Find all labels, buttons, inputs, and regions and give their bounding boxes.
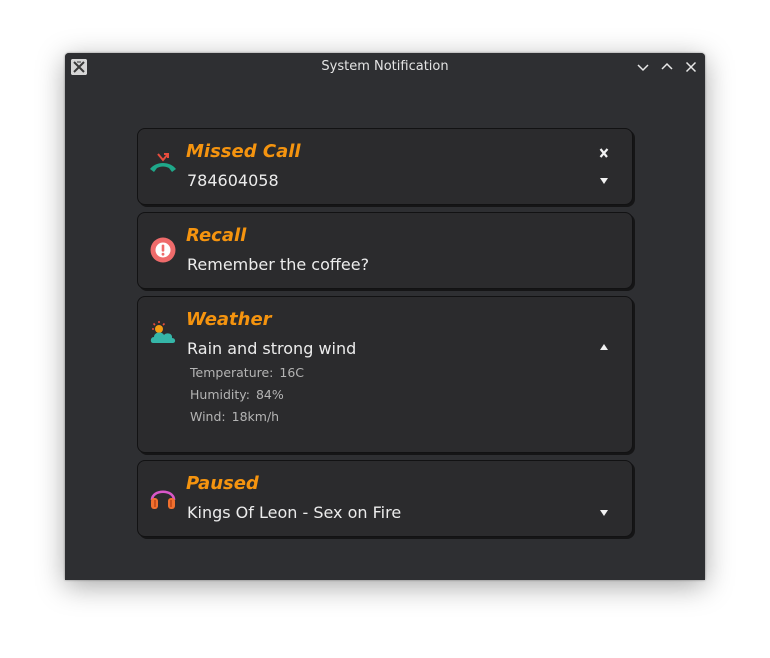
detail-temperature: Temperature: 16C [190,365,304,380]
chevron-up-icon [600,344,608,350]
collapse-button[interactable] [594,337,614,357]
minimize-button[interactable] [635,59,651,75]
weather-cloud-sun-icon [148,319,178,349]
chevron-down-icon [600,178,608,184]
detail-label: Humidity: [190,387,250,402]
detail-humidity: Humidity: 84% [190,387,284,402]
detail-value: 16C [279,365,305,380]
detail-value: 84% [255,387,284,402]
alert-icon [148,235,178,265]
detail-label: Wind: [190,409,226,424]
notification-media-paused[interactable]: Paused Kings Of Leon - Sex on Fire [137,460,633,537]
detail-label: Temperature: [190,365,274,380]
chevron-down-icon [600,510,608,516]
close-icon [599,148,609,158]
window-title: System Notification [321,59,449,74]
notification-weather[interactable]: Weather Rain and strong wind Temperature… [137,296,633,453]
maximize-button[interactable] [659,59,675,75]
headphones-icon [148,483,178,513]
notification-body: Rain and strong wind [187,339,357,358]
chevron-down-icon [637,64,649,72]
missed-call-icon [148,151,178,181]
title-bar[interactable]: System Notification [65,53,705,81]
notification-title: Recall [186,225,247,246]
close-icon [685,61,697,73]
detail-wind: Wind: 18km/h [190,409,279,424]
notification-missed-call[interactable]: Missed Call 784604058 [137,128,633,205]
notification-window: System Notification Missed Call 78460405… [65,53,705,580]
detail-value: 18km/h [231,409,280,424]
notification-title: Missed Call [186,141,301,162]
notification-title: Paused [186,473,259,494]
notification-body: Remember the coffee? [187,255,370,274]
notification-recall[interactable]: Recall Remember the coffee? [137,212,633,289]
notification-body: 784604058 [187,171,279,190]
expand-button[interactable] [594,503,614,523]
expand-button[interactable] [594,171,614,191]
notification-title: Weather [186,309,272,330]
chevron-up-icon [661,62,673,70]
dismiss-button[interactable] [594,143,614,163]
notification-body: Kings Of Leon - Sex on Fire [187,503,402,522]
close-window-button[interactable] [683,59,699,75]
